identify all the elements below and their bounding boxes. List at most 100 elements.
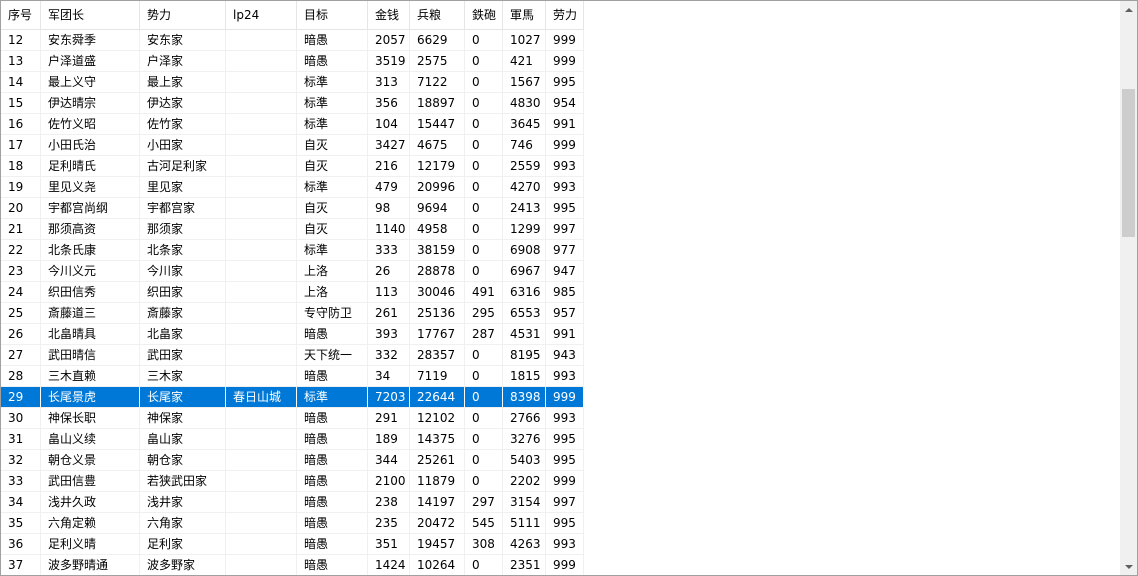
table-cell: 13	[1, 51, 41, 71]
table-row[interactable]: 32 朝仓义景 朝仓家 暗愚 344 25261 0 5403 995	[1, 450, 584, 471]
column-header[interactable]: 序号	[1, 1, 41, 29]
table-cell: 16	[1, 114, 41, 134]
table-cell: 暗愚	[297, 471, 368, 491]
table-cell: 斎藤家	[140, 303, 226, 323]
list-view[interactable]: 序号 军团长 势力 lp24 目标 金钱 兵粮 鉄砲 軍馬 劳力 12 安东舜季 安东家 暗愚 2057 6…	[0, 0, 1138, 576]
table-row[interactable]: 17 小田氏治 小田家 自灭 3427 4675 0 746 999	[1, 135, 584, 156]
table-cell	[226, 408, 297, 428]
table-cell: 25261	[410, 450, 465, 470]
table-cell: 长尾景虎	[41, 387, 140, 407]
table-cell: 天下统一	[297, 345, 368, 365]
table-row[interactable]: 28 三木直赖 三木家 暗愚 34 7119 0 1815 993	[1, 366, 584, 387]
table-row[interactable]: 20 宇都宫尚纲 宇都宫家 自灭 98 9694 0 2413 995	[1, 198, 584, 219]
table-cell: 2202	[503, 471, 546, 491]
table-cell: 武田家	[140, 345, 226, 365]
table-row[interactable]: 13 户泽道盛 户泽家 暗愚 3519 2575 0 421 999	[1, 51, 584, 72]
table-cell: 神保长职	[41, 408, 140, 428]
table-row[interactable]: 18 足利晴氏 古河足利家 自灭 216 12179 0 2559 993	[1, 156, 584, 177]
table-cell: 238	[368, 492, 410, 512]
table-cell: 38159	[410, 240, 465, 260]
column-header[interactable]: 军团长	[41, 1, 140, 29]
table-row[interactable]: 15 伊达晴宗 伊达家 标準 356 18897 0 4830 954	[1, 93, 584, 114]
table-row[interactable]: 37 波多野晴通 波多野家 暗愚 1424 10264 0 2351 999	[1, 555, 584, 575]
table-cell: 2351	[503, 555, 546, 575]
table-cell: 999	[546, 471, 584, 491]
table-cell: 34	[368, 366, 410, 386]
column-header[interactable]: 劳力	[546, 1, 584, 29]
table-cell: 暗愚	[297, 324, 368, 344]
table-cell: 6908	[503, 240, 546, 260]
table-row[interactable]: 22 北条氏康 北条家 标準 333 38159 0 6908 977	[1, 240, 584, 261]
table-cell: 8398	[503, 387, 546, 407]
table-row[interactable]: 26 北畠晴具 北畠家 暗愚 393 17767 287 4531 991	[1, 324, 584, 345]
table-cell: 1567	[503, 72, 546, 92]
table-row[interactable]: 31 畠山义续 畠山家 暗愚 189 14375 0 3276 995	[1, 429, 584, 450]
table-cell: 北条家	[140, 240, 226, 260]
table-row[interactable]: 30 神保长职 神保家 暗愚 291 12102 0 2766 993	[1, 408, 584, 429]
table-cell: 里见家	[140, 177, 226, 197]
table-cell: 波多野家	[140, 555, 226, 575]
table-row[interactable]: 25 斎藤道三 斎藤家 专守防卫 261 25136 295 6553 957	[1, 303, 584, 324]
table-cell: 武田信豊	[41, 471, 140, 491]
scroll-down-arrow-icon[interactable]	[1120, 558, 1137, 575]
table-row[interactable]: 33 武田信豊 若狭武田家 暗愚 2100 11879 0 2202 999	[1, 471, 584, 492]
column-header[interactable]: 金钱	[368, 1, 410, 29]
table-cell: 995	[546, 450, 584, 470]
table-cell: 35	[1, 513, 41, 533]
table-cell	[226, 429, 297, 449]
table-cell: 那须高资	[41, 219, 140, 239]
table-cell: 313	[368, 72, 410, 92]
table-cell: 古河足利家	[140, 156, 226, 176]
table-cell: 287	[465, 324, 503, 344]
table-row[interactable]: 24 织田信秀 织田家 上洛 113 30046 491 6316 985	[1, 282, 584, 303]
table-cell: 六角家	[140, 513, 226, 533]
table-cell: 977	[546, 240, 584, 260]
vertical-scrollbar[interactable]	[1120, 1, 1137, 575]
table-cell: 993	[546, 177, 584, 197]
table-row[interactable]: 27 武田晴信 武田家 天下统一 332 28357 0 8195 943	[1, 345, 584, 366]
table-row[interactable]: 23 今川义元 今川家 上洛 26 28878 0 6967 947	[1, 261, 584, 282]
table-cell: 14	[1, 72, 41, 92]
table-row[interactable]: 35 六角定赖 六角家 暗愚 235 20472 545 5111 995	[1, 513, 584, 534]
table-cell: 0	[465, 366, 503, 386]
table-row[interactable]: 34 浅井久政 浅井家 暗愚 238 14197 297 3154 997	[1, 492, 584, 513]
table-cell: 22	[1, 240, 41, 260]
table-cell: 5403	[503, 450, 546, 470]
table-cell: 28878	[410, 261, 465, 281]
column-header[interactable]: lp24	[226, 1, 297, 29]
table-cell: 2100	[368, 471, 410, 491]
table-cell: 113	[368, 282, 410, 302]
table-row[interactable]: 16 佐竹义昭 佐竹家 标準 104 15447 0 3645 991	[1, 114, 584, 135]
table-row[interactable]: 14 最上义守 最上家 标準 313 7122 0 1567 995	[1, 72, 584, 93]
column-header[interactable]: 目标	[297, 1, 368, 29]
table-row[interactable]: 29 长尾景虎 长尾家 春日山城 标準 7203 22644 0 8398 999	[1, 387, 584, 408]
table-row[interactable]: 36 足利义晴 足利家 暗愚 351 19457 308 4263 993	[1, 534, 584, 555]
column-header[interactable]: 鉄砲	[465, 1, 503, 29]
scrollbar-thumb[interactable]	[1122, 89, 1135, 237]
table-row[interactable]: 21 那须高资 那须家 自灭 1140 4958 0 1299 997	[1, 219, 584, 240]
table-header: 序号 军团长 势力 lp24 目标 金钱 兵粮 鉄砲 軍馬 劳力	[1, 1, 584, 30]
table-cell: 545	[465, 513, 503, 533]
table-cell: 24	[1, 282, 41, 302]
table-cell: 33	[1, 471, 41, 491]
table-cell: 18897	[410, 93, 465, 113]
table-row[interactable]: 19 里见义尧 里见家 标準 479 20996 0 4270 993	[1, 177, 584, 198]
column-header[interactable]: 兵粮	[410, 1, 465, 29]
table-cell: 春日山城	[226, 387, 297, 407]
table-cell	[226, 324, 297, 344]
table-row[interactable]: 12 安东舜季 安东家 暗愚 2057 6629 0 1027 999	[1, 30, 584, 51]
column-header[interactable]: 軍馬	[503, 1, 546, 29]
column-header[interactable]: 势力	[140, 1, 226, 29]
table-cell: 浅井久政	[41, 492, 140, 512]
table-cell: 344	[368, 450, 410, 470]
table-cell: 朝仓家	[140, 450, 226, 470]
table-cell: 小田家	[140, 135, 226, 155]
table-cell: 2559	[503, 156, 546, 176]
table-cell: 7119	[410, 366, 465, 386]
table-cell: 伊达家	[140, 93, 226, 113]
table-cell: 伊达晴宗	[41, 93, 140, 113]
table-cell: 4270	[503, 177, 546, 197]
table-cell: 991	[546, 324, 584, 344]
table-cell: 993	[546, 534, 584, 554]
scroll-up-arrow-icon[interactable]	[1120, 1, 1137, 18]
